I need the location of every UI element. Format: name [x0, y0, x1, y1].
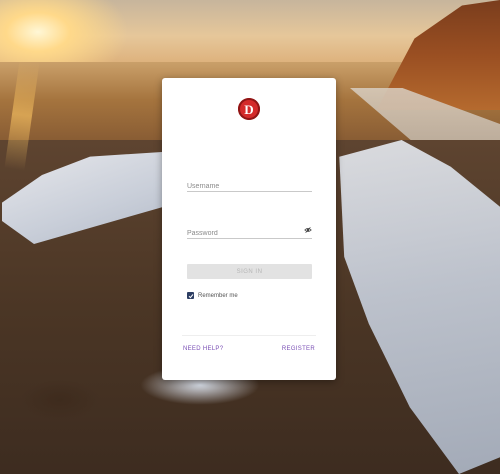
divider: [182, 335, 316, 336]
password-input[interactable]: [187, 225, 312, 242]
checkmark-icon: [188, 293, 193, 298]
login-card: D SIGN IN Remember me NEED HELP? REGISTE…: [162, 78, 336, 380]
eye-icon[interactable]: [304, 226, 312, 234]
username-input[interactable]: [187, 178, 312, 195]
need-help-link[interactable]: NEED HELP?: [183, 346, 223, 352]
remember-me-row[interactable]: Remember me: [187, 292, 238, 299]
remember-me-label: Remember me: [198, 292, 238, 299]
logo-letter: D: [244, 101, 254, 117]
brand-logo-icon: D: [238, 98, 260, 120]
remember-me-checkbox[interactable]: [187, 292, 194, 299]
register-link[interactable]: REGISTER: [282, 346, 315, 352]
sign-in-button[interactable]: SIGN IN: [187, 264, 312, 279]
password-field-wrapper: [187, 222, 312, 242]
username-field-wrapper: [187, 175, 312, 195]
